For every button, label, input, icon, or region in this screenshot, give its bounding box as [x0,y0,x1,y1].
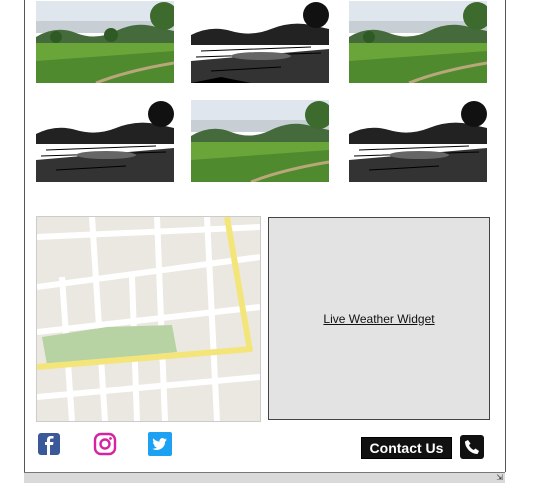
location-map[interactable] [36,216,261,422]
golf-course-photo-bw-3[interactable] [349,100,487,182]
facebook-icon[interactable] [38,432,64,460]
contact-us-button[interactable]: Contact Us [361,437,452,459]
instagram-icon[interactable] [93,432,119,460]
resize-grip-icon[interactable]: ⇲ [496,474,503,482]
contact-us-label: Contact Us [369,440,444,456]
golf-course-photo-bw-2[interactable] [36,100,174,182]
bottom-scrollbar[interactable]: ⇲ [24,472,505,483]
golf-course-photo-color-1[interactable] [36,1,174,83]
twitter-icon[interactable] [148,432,174,460]
golf-course-photo-bw-1[interactable] [191,1,329,83]
phone-icon[interactable] [460,435,484,459]
golf-course-photo-color-2[interactable] [349,1,487,83]
weather-widget-label: Live Weather Widget [323,311,435,326]
weather-widget[interactable]: Live Weather Widget [268,217,490,420]
golf-course-photo-color-3[interactable] [191,100,329,182]
